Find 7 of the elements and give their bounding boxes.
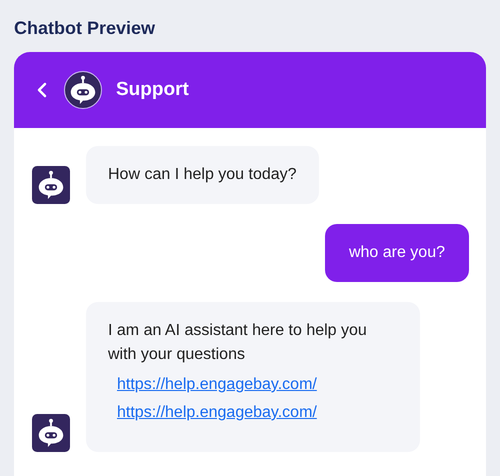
message-text: I am an AI assistant here to help you with your questions [108, 321, 368, 365]
bot-name: Support [116, 79, 189, 101]
page-title: Chatbot Preview [14, 17, 156, 40]
help-link[interactable]: https://help.engagebay.com/ [117, 373, 398, 397]
user-message: who are you? [324, 224, 469, 282]
message-text: How can I help you today? [108, 165, 297, 185]
help-link[interactable]: https://help.engagebay.com/ [117, 401, 398, 425]
